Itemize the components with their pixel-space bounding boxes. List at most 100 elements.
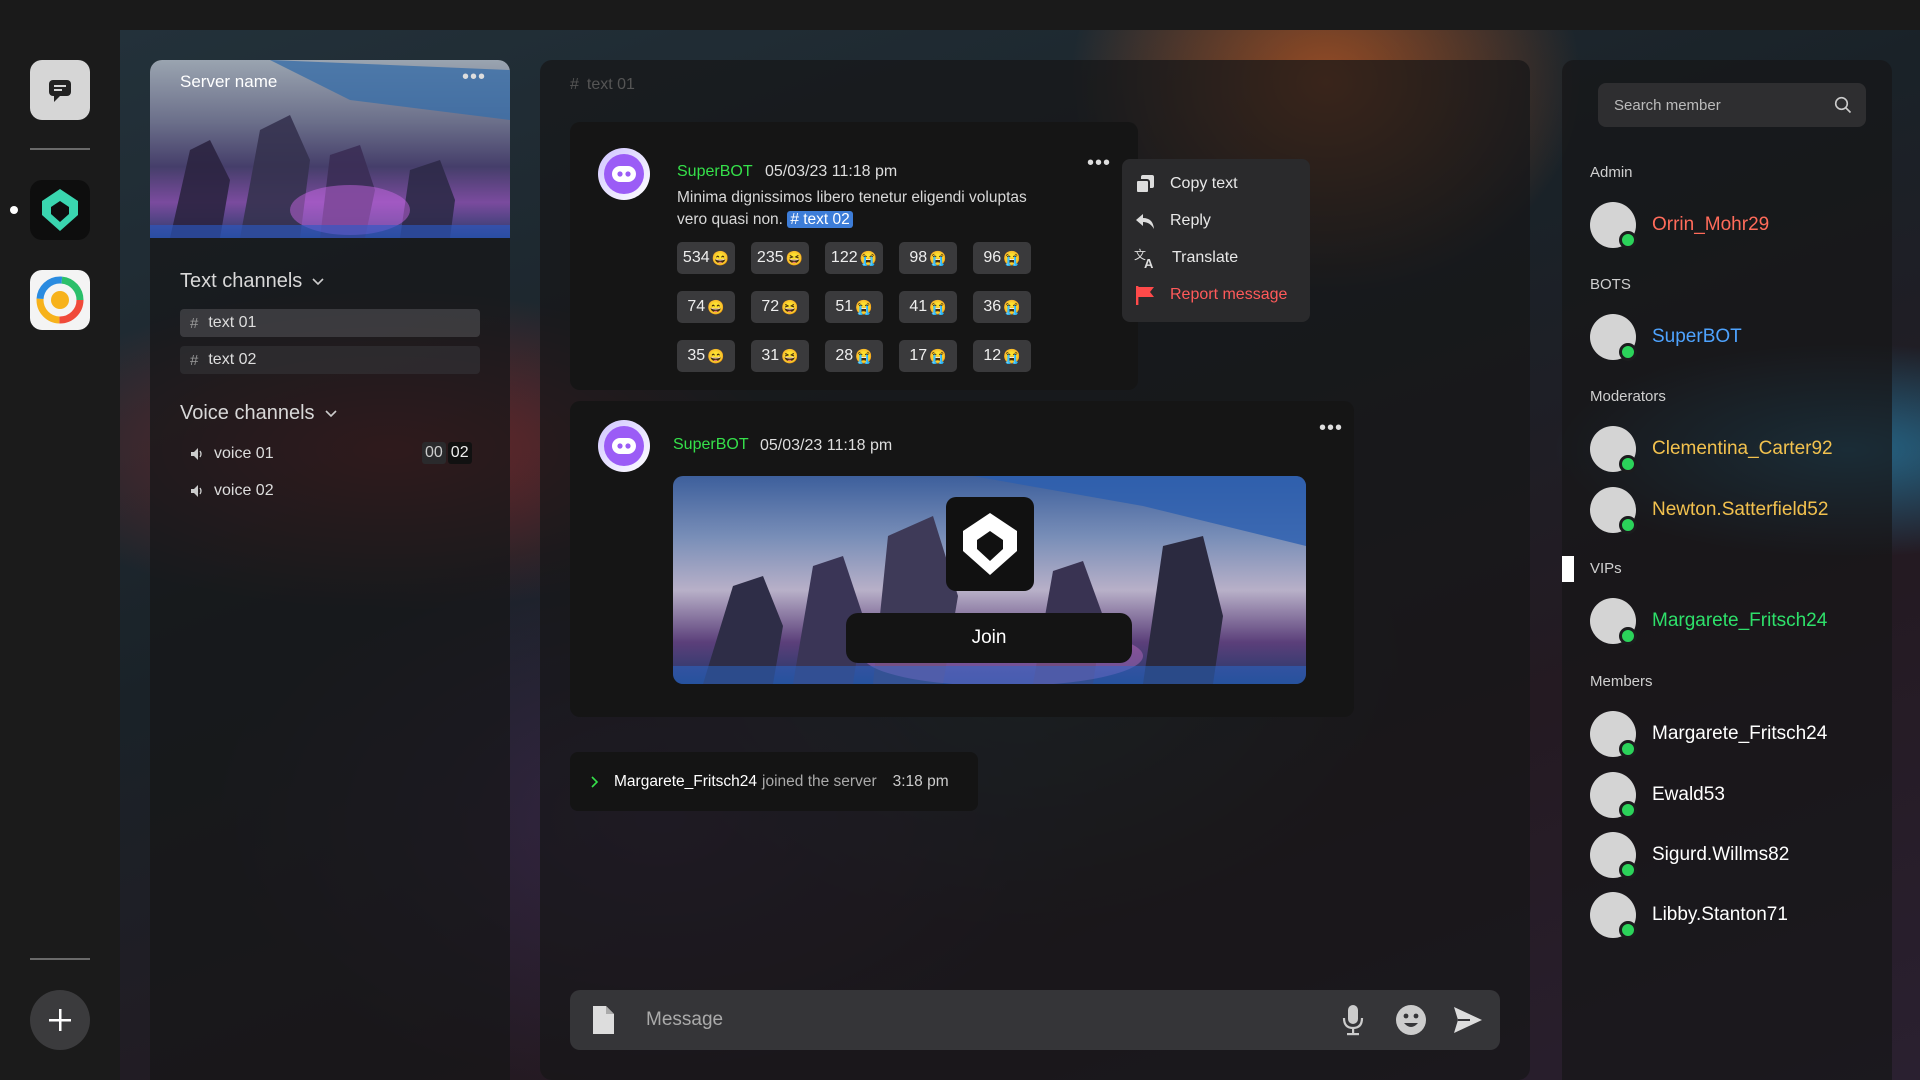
reaction-chip[interactable]: 35 😄 <box>677 340 735 372</box>
channel-voice-02[interactable]: voice 02 <box>180 477 480 505</box>
reaction-count: 17 <box>909 347 928 364</box>
emoji-icon[interactable] <box>1395 1004 1427 1036</box>
avatar[interactable] <box>598 148 650 200</box>
reaction-chip[interactable]: 28 😭 <box>825 340 883 372</box>
send-icon[interactable] <box>1452 1004 1484 1036</box>
reaction-chip[interactable]: 96 😭 <box>973 242 1031 274</box>
member-name: Clementina_Carter92 <box>1652 438 1833 459</box>
member-item[interactable]: Orrin_Mohr29 <box>1590 201 1880 249</box>
system-message-action: joined the server <box>762 772 877 790</box>
member-name: Libby.Stanton71 <box>1652 904 1788 925</box>
direct-messages-button[interactable] <box>30 60 90 120</box>
reaction-chip[interactable]: 36 😭 <box>973 291 1031 323</box>
channel-label: text 02 <box>208 351 257 368</box>
reaction-chip[interactable]: 534 😄 <box>677 242 735 274</box>
add-server-button[interactable] <box>30 990 90 1050</box>
avatar[interactable] <box>598 420 650 472</box>
reaction-chip[interactable]: 17 😭 <box>899 340 957 372</box>
reaction-chip[interactable]: 72 😆 <box>751 291 809 323</box>
message-timestamp: 05/03/23 11:18 pm <box>760 437 893 454</box>
member-item[interactable]: Ewald53 <box>1590 771 1880 819</box>
server-name: Server name <box>180 72 278 91</box>
member-group-label: Admin <box>1590 164 1633 181</box>
top-bar <box>0 0 1920 30</box>
message-author[interactable]: SuperBOT <box>673 436 749 454</box>
vip-group-marker <box>1562 556 1574 582</box>
message-author[interactable]: SuperBOT <box>677 163 753 181</box>
reaction-emoji-icon: 😭 <box>1003 347 1021 364</box>
server-button-ring[interactable] <box>30 270 90 330</box>
reaction-chip[interactable]: 98 😭 <box>899 242 957 274</box>
reply-item[interactable]: Reply <box>1134 206 1304 236</box>
hash-icon: # <box>190 351 199 369</box>
search-icon[interactable] <box>1834 96 1852 114</box>
system-message-time: 3:18 pm <box>892 772 949 790</box>
reaction-chip[interactable]: 74 😄 <box>677 291 735 323</box>
server-shield-icon <box>963 513 1017 575</box>
message-input[interactable] <box>644 1000 1284 1040</box>
reaction-count: 534 <box>682 249 710 266</box>
translate-item[interactable]: 文A Translate <box>1134 243 1304 273</box>
system-message: Margarete_Fritsch24 joined the server 3:… <box>570 752 978 811</box>
server-menu-more-icon[interactable]: ••• <box>462 67 486 87</box>
report-message-label: Report message <box>1170 286 1288 303</box>
message-text-line2: vero quasi non. <box>677 211 783 228</box>
member-item[interactable]: Clementina_Carter92 <box>1590 425 1880 473</box>
channel-mention[interactable]: # text 02 <box>787 211 853 228</box>
copy-text-item[interactable]: Copy text <box>1134 169 1304 199</box>
message-timestamp: 05/03/23 11:18 pm <box>765 163 898 180</box>
message-more-icon[interactable]: ••• <box>1087 153 1111 173</box>
reaction-chip[interactable]: 51 😭 <box>825 291 883 323</box>
svg-text:A: A <box>1144 256 1154 269</box>
reply-label: Reply <box>1170 212 1211 229</box>
text-channels-label: Text channels <box>180 270 303 292</box>
channel-voice-01[interactable]: voice 01 00 02 <box>180 440 480 468</box>
message-more-icon[interactable]: ••• <box>1319 418 1343 438</box>
voice-channels-header[interactable]: Voice channels <box>180 402 337 425</box>
reaction-chip[interactable]: 41 😭 <box>899 291 957 323</box>
member-item[interactable]: Sigurd.Willms82 <box>1590 831 1880 879</box>
message-text-line1: Minima dignissimos libero tenetur eligen… <box>677 189 1027 206</box>
reaction-count: 72 <box>761 298 780 315</box>
avatar <box>1590 832 1637 879</box>
avatar <box>1590 598 1637 645</box>
channel-label: voice 02 <box>214 482 274 499</box>
rail-divider <box>30 148 90 150</box>
member-search-input[interactable] <box>1612 83 1832 127</box>
server-logo <box>946 497 1034 591</box>
channel-header: # text 01 <box>570 76 635 94</box>
server-banner: Server name ••• <box>150 60 510 238</box>
voice-timer: 00 02 <box>422 442 472 464</box>
member-item[interactable]: Margarete_Fritsch24 <box>1590 597 1880 645</box>
join-button[interactable]: Join <box>846 613 1132 663</box>
copy-text-label: Copy text <box>1170 175 1238 192</box>
text-channels-header[interactable]: Text channels <box>180 270 324 293</box>
chat-icon <box>49 80 71 102</box>
member-item[interactable]: Margarete_Fritsch24 <box>1590 710 1880 758</box>
voice-timer-seconds: 02 <box>447 442 472 464</box>
member-item[interactable]: Newton.Satterfield52 <box>1590 486 1880 534</box>
system-message-user[interactable]: Margarete_Fritsch24 <box>614 773 757 791</box>
member-item[interactable]: SuperBOT <box>1590 313 1880 361</box>
mic-icon[interactable] <box>1342 1004 1364 1036</box>
reaction-chip[interactable]: 12 😭 <box>973 340 1031 372</box>
channel-sidebar: Server name ••• Text channels # text 01 … <box>150 60 510 1080</box>
report-message-item[interactable]: Report message <box>1134 280 1304 310</box>
chevron-down-icon <box>324 409 337 417</box>
server-invite-card: Join <box>673 476 1306 684</box>
reaction-chip[interactable]: 235 😆 <box>751 242 809 274</box>
message-card[interactable]: SuperBOT 05/03/23 11:18 pm Minima dignis… <box>570 122 1138 390</box>
member-item[interactable]: Libby.Stanton71 <box>1590 891 1880 939</box>
member-list-panel: Admin Orrin_Mohr29 BOTS SuperBOT Moderators C… <box>1562 60 1892 1080</box>
channel-text-02[interactable]: # text 02 <box>180 346 480 374</box>
reaction-emoji-icon: 😭 <box>929 249 947 266</box>
member-name: Margarete_Fritsch24 <box>1652 610 1828 631</box>
channel-text-01[interactable]: # text 01 <box>180 309 480 337</box>
reaction-count: 36 <box>983 298 1002 315</box>
reaction-chip[interactable]: 31 😆 <box>751 340 809 372</box>
reaction-chip[interactable]: 122 😭 <box>825 242 883 274</box>
reply-icon <box>1136 214 1154 229</box>
message-composer <box>570 990 1500 1050</box>
file-icon[interactable] <box>590 1004 616 1036</box>
server-button-shield[interactable] <box>30 180 90 240</box>
